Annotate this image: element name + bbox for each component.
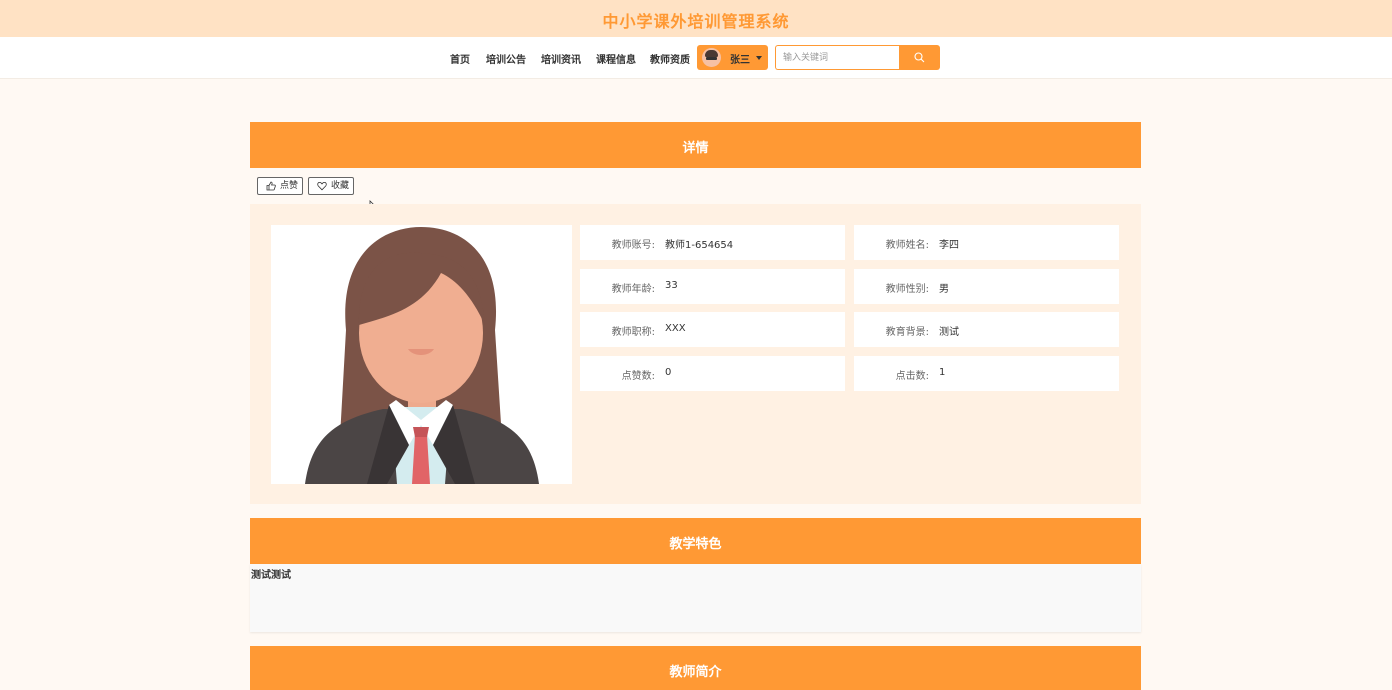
features-content: 测试测试: [250, 564, 1141, 632]
info-label: 教师姓名:: [885, 240, 929, 251]
info-label: 点击数:: [895, 371, 929, 382]
top-banner: 中小学课外培训管理系统: [0, 0, 1392, 37]
info-value: 教师1-654654: [665, 240, 734, 251]
info-label: 教育背景:: [885, 327, 929, 338]
features-text: 测试测试: [251, 570, 291, 581]
info-value: XXX: [665, 323, 686, 334]
features-header: 教学特色: [250, 518, 1141, 564]
info-card-age: 教师年龄: 33: [580, 269, 845, 304]
chevron-down-icon: [756, 56, 762, 60]
thumbs-up-icon: [266, 181, 276, 191]
favorite-label: 收藏: [331, 181, 350, 191]
nav-item-home[interactable]: 首页: [450, 51, 470, 66]
info-value: 1: [939, 367, 946, 378]
info-card-account: 教师账号: 教师1-654654: [580, 225, 845, 260]
nav-item-news[interactable]: 培训资讯: [541, 51, 581, 66]
info-label: 教师账号:: [611, 240, 655, 251]
info-card-clicks: 点击数: 1: [854, 356, 1119, 391]
heart-icon: [317, 181, 327, 191]
info-label: 教师性别:: [885, 284, 929, 295]
nav-item-courses[interactable]: 课程信息: [596, 51, 636, 66]
like-label: 点赞: [280, 181, 299, 191]
user-menu-button[interactable]: 张三: [697, 45, 768, 70]
avatar: [702, 48, 721, 67]
search-button[interactable]: [899, 45, 940, 70]
detail-title: 详情: [682, 141, 709, 156]
detail-header: 详情: [250, 122, 1141, 168]
intro-title: 教师简介: [669, 665, 722, 680]
info-value: 李四: [939, 240, 959, 251]
info-value: 测试: [939, 327, 959, 338]
info-value: 0: [665, 367, 672, 378]
info-card-education: 教育背景: 测试: [854, 312, 1119, 347]
favorite-button[interactable]: 收藏: [308, 177, 354, 195]
like-button[interactable]: 点赞: [257, 177, 303, 195]
nav-item-announcements[interactable]: 培训公告: [486, 51, 526, 66]
search-input[interactable]: [775, 45, 899, 70]
info-value: 33: [665, 280, 678, 291]
info-label: 教师年龄:: [611, 284, 655, 295]
navbar: 首页 培训公告 培训资讯 课程信息 教师资质 张三: [0, 37, 1392, 79]
info-label: 点赞数:: [621, 371, 655, 382]
info-value: 男: [939, 284, 949, 295]
info-label: 教师职称:: [611, 327, 655, 338]
intro-header: 教师简介: [250, 646, 1141, 690]
info-card-gender: 教师性别: 男: [854, 269, 1119, 304]
info-card-title: 教师职称: XXX: [580, 312, 845, 347]
search-icon: [914, 52, 925, 63]
info-card-name: 教师姓名: 李四: [854, 225, 1119, 260]
teacher-portrait: [271, 225, 572, 484]
user-name: 张三: [730, 55, 750, 66]
site-title: 中小学课外培训管理系统: [602, 12, 790, 31]
features-title: 教学特色: [669, 537, 722, 552]
info-card-likes: 点赞数: 0: [580, 356, 845, 391]
nav-item-teachers[interactable]: 教师资质: [650, 51, 690, 66]
